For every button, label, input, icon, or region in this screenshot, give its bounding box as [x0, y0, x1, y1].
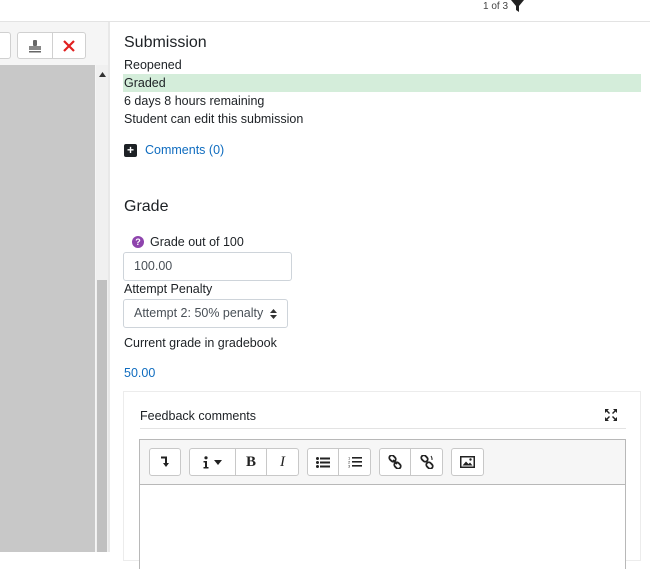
rich-text-editor: B I 1 2 3	[139, 439, 626, 570]
current-grade-label: Current grade in gradebook	[124, 336, 277, 350]
italic-button[interactable]: I	[267, 449, 298, 475]
annotator-toolbar	[0, 22, 110, 65]
insert-image-button[interactable]	[452, 449, 483, 475]
close-icon	[63, 39, 75, 52]
grade-heading: Grade	[124, 198, 169, 215]
scroll-thumb[interactable]	[97, 280, 107, 552]
stamp-button[interactable]	[17, 32, 53, 59]
svg-text:3: 3	[348, 464, 351, 469]
editor-toolbar: B I 1 2 3	[140, 440, 625, 484]
pdf-annotator-panel	[0, 22, 110, 552]
ordered-list-button[interactable]: 1 2 3	[339, 449, 370, 475]
expand-toolbar-icon	[161, 456, 169, 467]
unlink-button[interactable]	[411, 449, 442, 475]
bold-icon: B	[245, 453, 256, 470]
delete-annotation-button[interactable]	[52, 32, 86, 59]
pager: 1 of 3	[483, 0, 525, 12]
status-graded: Graded	[123, 74, 641, 92]
filter-icon[interactable]	[511, 0, 525, 12]
attempt-penalty-select[interactable]: Attempt 2: 50% penalty	[123, 299, 288, 328]
toolbar-group-3: 1 2 3	[307, 448, 371, 476]
plus-icon: +	[124, 143, 137, 157]
toolbar-group-1	[149, 448, 181, 476]
link-button[interactable]	[380, 449, 411, 475]
stamp-icon	[29, 39, 41, 52]
attempt-penalty-label: Attempt Penalty	[124, 282, 213, 296]
grade-label: ? Grade out of 100	[132, 235, 244, 249]
toolbar-button[interactable]	[0, 32, 11, 59]
scrollbar[interactable]	[96, 65, 108, 552]
chevron-down-icon	[214, 459, 222, 465]
help-icon[interactable]: ?	[132, 236, 144, 248]
ordered-list-icon: 1 2 3	[348, 456, 362, 468]
caret-up-icon	[98, 71, 106, 77]
unlink-icon	[419, 455, 434, 469]
document-preview[interactable]	[0, 65, 95, 552]
feedback-title: Feedback comments	[140, 409, 257, 423]
feedback-comments-panel: Feedback comments B I 1 2 3	[123, 391, 641, 570]
toolbar-group-2: B I	[189, 448, 299, 476]
feedback-divider	[140, 428, 626, 429]
submission-heading: Submission	[124, 34, 207, 51]
penalty-selected-value: Attempt 2: 50% penalty	[134, 306, 264, 320]
expand-toolbar-button[interactable]	[150, 449, 180, 475]
status-time-remaining: 6 days 8 hours remaining	[124, 94, 265, 108]
unordered-list-icon	[316, 456, 330, 468]
current-grade-value[interactable]: 50.00	[124, 366, 155, 380]
feedback-text-area[interactable]	[140, 484, 625, 570]
pager-text: 1 of 3	[483, 0, 509, 12]
comments-link[interactable]: Comments (0)	[145, 143, 224, 157]
expand-icon[interactable]	[604, 408, 618, 422]
info-icon	[203, 455, 209, 468]
scroll-up-arrow[interactable]	[96, 67, 108, 81]
image-icon	[460, 456, 475, 468]
grading-panel: Submission Reopened Graded 6 days 8 hour…	[110, 22, 650, 570]
link-icon	[388, 455, 402, 469]
comments-toggle[interactable]: + Comments (0)	[124, 143, 224, 157]
toolbar-group-4	[379, 448, 443, 476]
status-reopened: Reopened	[124, 58, 182, 72]
top-bar: 1 of 3	[0, 0, 650, 22]
select-arrows-icon	[270, 308, 277, 319]
toolbar-group-5	[451, 448, 484, 476]
bold-button[interactable]: B	[236, 449, 267, 475]
status-editable: Student can edit this submission	[124, 112, 304, 126]
grade-input[interactable]: 100.00	[123, 252, 292, 281]
italic-icon: I	[280, 453, 285, 470]
paragraph-styles-button[interactable]	[190, 449, 236, 475]
unordered-list-button[interactable]	[308, 449, 339, 475]
grade-label-text: Grade out of 100	[150, 235, 244, 249]
